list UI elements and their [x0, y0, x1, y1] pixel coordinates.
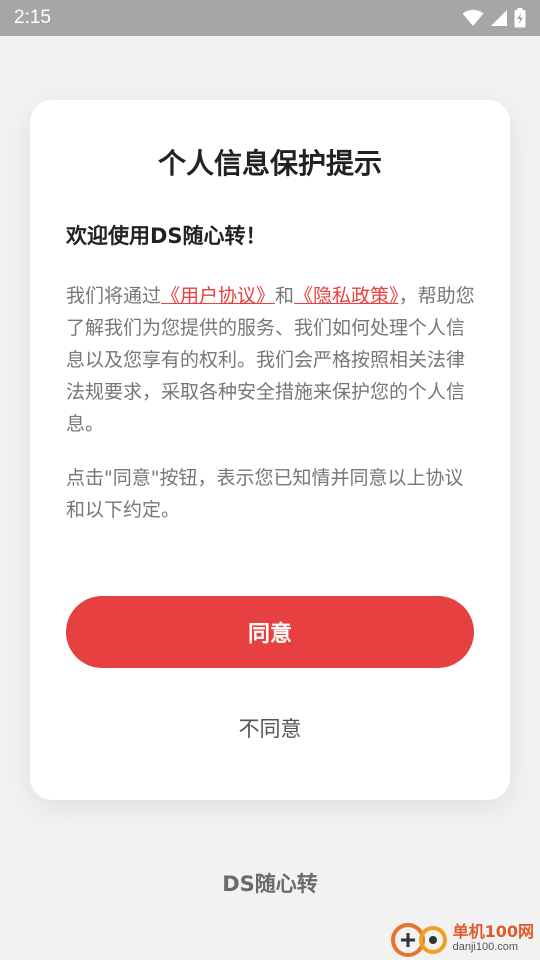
signal-icon: [491, 10, 507, 26]
paragraph-prefix: 我们将通过: [66, 285, 162, 307]
dialog-body: 我们将通过《用户协议》和《隐私政策》，帮助您了解我们为您提供的服务、我们如何处理…: [66, 280, 476, 526]
privacy-policy-link[interactable]: 《隐私政策》: [294, 285, 399, 307]
watermark: 单机100网 danji100.com: [390, 918, 534, 958]
watermark-url: danji100.com: [452, 940, 519, 953]
watermark-text: 单机100网 danji100.com: [452, 921, 534, 954]
dialog-title: 个人信息保护提示: [157, 147, 382, 180]
agree-button[interactable]: 同意: [66, 596, 474, 668]
agreement-paragraph: 我们将通过《用户协议》和《隐私政策》，帮助您了解我们为您提供的服务、我们如何处理…: [66, 280, 476, 440]
watermark-name: 单机100网: [452, 921, 534, 941]
disagree-button[interactable]: 不同意: [66, 704, 474, 752]
privacy-dialog: 个人信息保护提示 欢迎使用DS随心转！ 我们将通过《用户协议》和《隐私政策》，帮…: [30, 100, 510, 800]
status-bar: 2:15: [0, 0, 540, 36]
app-name: DS随心转: [222, 872, 318, 896]
watermark-logo-icon: [390, 923, 447, 957]
status-time: 2:15: [14, 7, 51, 28]
consent-paragraph: 点击"同意"按钮，表示您已知情并同意以上协议和以下约定。: [66, 467, 464, 521]
wifi-icon: [462, 9, 484, 26]
battery-charging-icon: [514, 8, 526, 28]
paragraph-suffix: ，帮助您了解我们为您提供的服务、我们如何处理个人信息以及您享有的权利。我们会严格…: [66, 285, 475, 435]
status-icons: [462, 8, 526, 28]
welcome-text: 欢迎使用DS随心转！: [66, 224, 267, 248]
user-agreement-link[interactable]: 《用户协议》: [161, 285, 275, 307]
paragraph-connector: 和: [275, 285, 295, 307]
